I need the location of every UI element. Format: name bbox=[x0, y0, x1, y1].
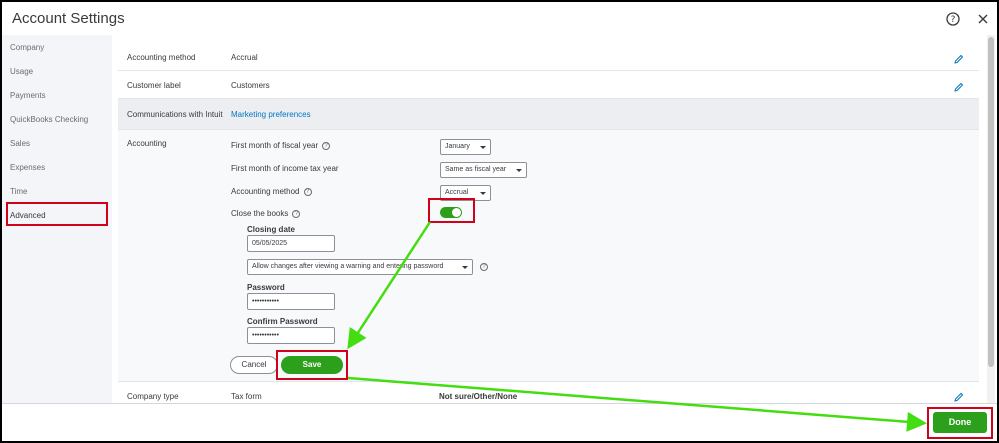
sidebar-item-sales[interactable]: Sales bbox=[10, 139, 30, 148]
closing-date-input[interactable]: 05/05/2025 bbox=[247, 235, 335, 252]
confirm-password-input[interactable]: ••••••••••• bbox=[247, 327, 335, 344]
save-button[interactable]: Save bbox=[281, 356, 343, 374]
row-label: Customer label bbox=[127, 81, 181, 90]
sidebar-item-time[interactable]: Time bbox=[10, 187, 27, 196]
row-customer-label: Customer label Customers bbox=[118, 71, 979, 99]
tax-form-value: Not sure/Other/None bbox=[439, 392, 518, 401]
row-label: Company type bbox=[127, 392, 179, 401]
sidebar-item-expenses[interactable]: Expenses bbox=[10, 163, 45, 172]
settings-sidebar: Company Usage Payments QuickBooks Checki… bbox=[2, 35, 112, 403]
dialog-header: Account Settings ? bbox=[2, 2, 997, 35]
marketing-preferences-link[interactable]: Marketing preferences bbox=[231, 110, 311, 119]
toggle-knob bbox=[452, 208, 461, 217]
row-accounting-method: Accounting method Accrual bbox=[118, 43, 979, 71]
dialog-title: Account Settings bbox=[12, 10, 125, 27]
chevron-down-icon bbox=[516, 169, 522, 172]
closing-date-label: Closing date bbox=[247, 225, 296, 234]
settings-content: Accounting method Accrual Customer label… bbox=[118, 35, 979, 403]
row-company-type: Company type Tax form Not sure/Other/Non… bbox=[118, 383, 979, 403]
dialog-footer bbox=[2, 403, 997, 441]
help-circle-icon[interactable]: ? bbox=[303, 187, 312, 196]
sidebar-item-advanced[interactable]: Advanced bbox=[10, 211, 46, 220]
row-label: Communications with Intuit bbox=[127, 110, 223, 119]
done-button[interactable]: Done bbox=[933, 412, 987, 433]
content-scrollbar[interactable] bbox=[987, 35, 995, 403]
tax-form-label: Tax form bbox=[231, 392, 262, 401]
pencil-icon[interactable] bbox=[953, 82, 964, 93]
close-books-toggle[interactable] bbox=[440, 207, 462, 218]
pencil-icon[interactable] bbox=[953, 392, 964, 403]
pencil-icon[interactable] bbox=[953, 54, 964, 65]
help-icon[interactable]: ? bbox=[946, 12, 960, 26]
chevron-down-icon bbox=[480, 146, 486, 149]
accounting-section-label: Accounting bbox=[127, 139, 167, 148]
fiscal-year-label: First month of fiscal year? bbox=[231, 141, 331, 150]
sidebar-item-quickbooks-checking[interactable]: QuickBooks Checking bbox=[10, 115, 88, 124]
row-value: Accrual bbox=[231, 53, 258, 62]
row-value: Customers bbox=[231, 81, 270, 90]
password-input[interactable]: ••••••••••• bbox=[247, 293, 335, 310]
svg-text:?: ? bbox=[951, 15, 956, 25]
help-circle-icon[interactable]: ? bbox=[480, 263, 488, 271]
chevron-down-icon bbox=[462, 266, 468, 269]
income-tax-year-select[interactable]: Same as fiscal year bbox=[440, 162, 527, 178]
close-books-label: Close the books? bbox=[231, 209, 301, 218]
method-label: Accounting method? bbox=[231, 187, 312, 196]
help-circle-icon[interactable]: ? bbox=[292, 209, 301, 218]
close-icon[interactable] bbox=[976, 12, 990, 26]
cancel-button[interactable]: Cancel bbox=[230, 356, 278, 374]
sidebar-item-company[interactable]: Company bbox=[10, 43, 44, 52]
sidebar-item-payments[interactable]: Payments bbox=[10, 91, 46, 100]
chevron-down-icon bbox=[480, 192, 486, 195]
scrollbar-thumb[interactable] bbox=[988, 37, 994, 367]
fiscal-year-select[interactable]: January bbox=[440, 139, 491, 155]
income-tax-year-label: First month of income tax year bbox=[231, 164, 339, 173]
sidebar-item-usage[interactable]: Usage bbox=[10, 67, 33, 76]
row-communications: Communications with Intuit Marketing pre… bbox=[118, 99, 979, 130]
row-label: Accounting method bbox=[127, 53, 196, 62]
changes-option-select[interactable]: Allow changes after viewing a warning an… bbox=[247, 259, 473, 275]
confirm-password-label: Confirm Password bbox=[247, 317, 318, 326]
help-circle-icon[interactable]: ? bbox=[322, 141, 331, 150]
accounting-method-select[interactable]: Accrual bbox=[440, 185, 491, 201]
password-label: Password bbox=[247, 283, 285, 292]
